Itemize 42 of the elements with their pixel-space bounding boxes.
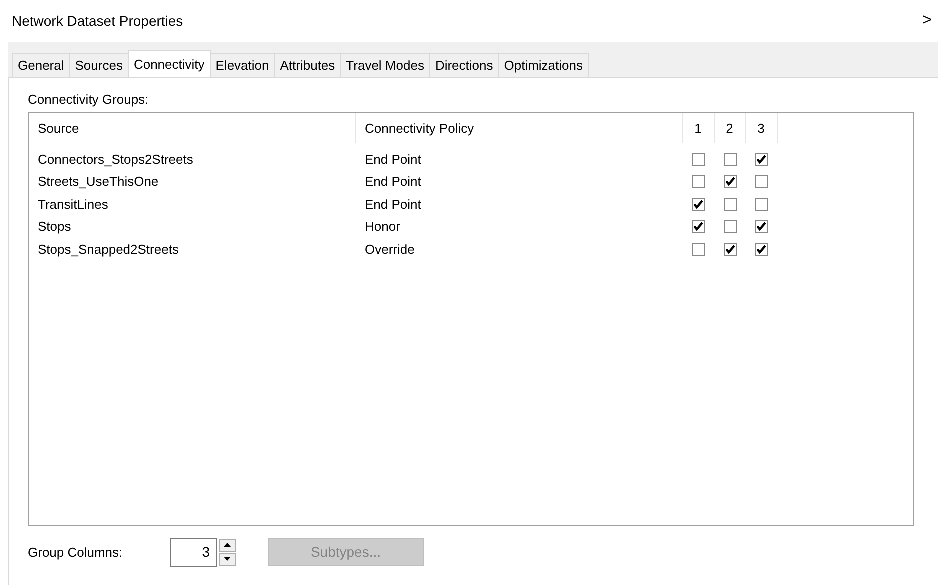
column-header[interactable]: 2 xyxy=(714,113,746,143)
checkbox[interactable] xyxy=(724,242,737,256)
column-header[interactable]: 1 xyxy=(683,113,714,143)
tab[interactable]: General xyxy=(12,53,70,77)
checkbox[interactable] xyxy=(692,175,706,188)
checkbox[interactable] xyxy=(755,242,768,256)
table-cell-text: Honor xyxy=(364,219,402,234)
group-columns-label: Group Columns: xyxy=(28,544,124,560)
table-cell-text: Stops_Snapped2Streets xyxy=(37,242,180,257)
checkbox[interactable] xyxy=(692,242,706,256)
checkbox[interactable] xyxy=(724,175,737,188)
checkbox[interactable] xyxy=(692,198,706,211)
group-columns-field[interactable]: 3 xyxy=(170,538,217,566)
checkbox[interactable] xyxy=(724,198,737,211)
table-cell-text: End Point xyxy=(364,174,422,190)
table-cell-text: Connectors_Stops2Streets xyxy=(37,152,194,167)
table-cell-text: Streets_UseThisOne xyxy=(37,174,160,190)
table-cell-text: Override xyxy=(364,242,416,257)
checkbox[interactable] xyxy=(755,198,768,211)
column-header[interactable]: 3 xyxy=(746,113,778,143)
table-cell-text: TransitLines xyxy=(37,196,110,212)
table-cell-text: Stops xyxy=(37,219,72,234)
checkbox[interactable] xyxy=(692,220,706,234)
checkbox[interactable] xyxy=(724,152,737,166)
checkbox[interactable] xyxy=(755,152,768,166)
checkbox[interactable] xyxy=(724,220,737,234)
checkbox[interactable] xyxy=(755,175,768,188)
table-cell-text: End Point xyxy=(364,196,422,212)
tab[interactable]: Optimizations xyxy=(498,53,589,77)
window-title: Network Dataset Properties xyxy=(12,13,184,29)
tab[interactable]: Connectivity xyxy=(128,50,211,77)
checkbox[interactable] xyxy=(755,220,768,234)
table-cell-text: End Point xyxy=(364,152,422,167)
column-header[interactable]: Source xyxy=(29,113,356,143)
down-arrow-button[interactable] xyxy=(219,552,236,566)
checkbox[interactable] xyxy=(692,152,706,166)
close-button[interactable]: > xyxy=(920,12,934,30)
column-header[interactable]: Connectivity Policy xyxy=(356,113,683,143)
up-arrow-button[interactable] xyxy=(219,538,236,552)
up-triangle-icon xyxy=(224,543,231,547)
group-label: Connectivity Groups: xyxy=(28,92,150,107)
down-triangle-icon xyxy=(224,557,231,561)
